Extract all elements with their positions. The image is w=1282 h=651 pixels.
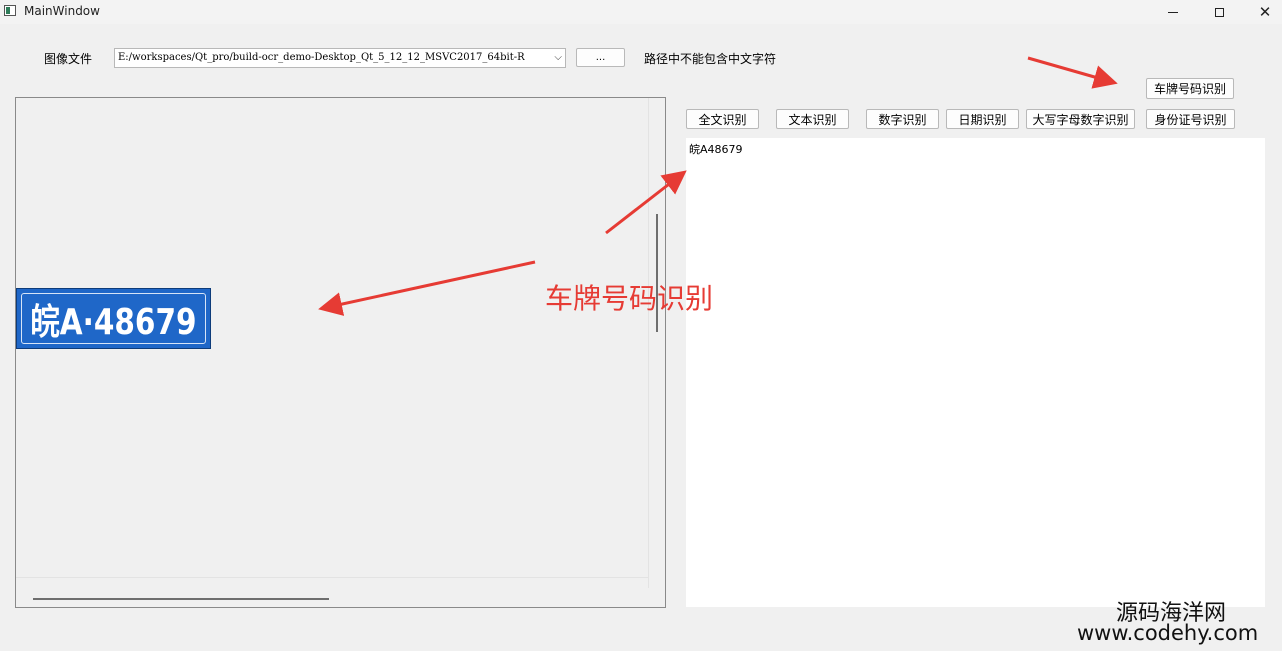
annotation-label: 车牌号码识别 <box>545 282 714 315</box>
arrow-to-plate-image <box>318 260 536 316</box>
arrow-to-result <box>605 170 687 235</box>
annotation-arrows <box>318 56 1118 316</box>
arrow-to-plate-button <box>1027 56 1118 89</box>
watermark-url: www.codehy.com <box>1077 621 1259 645</box>
